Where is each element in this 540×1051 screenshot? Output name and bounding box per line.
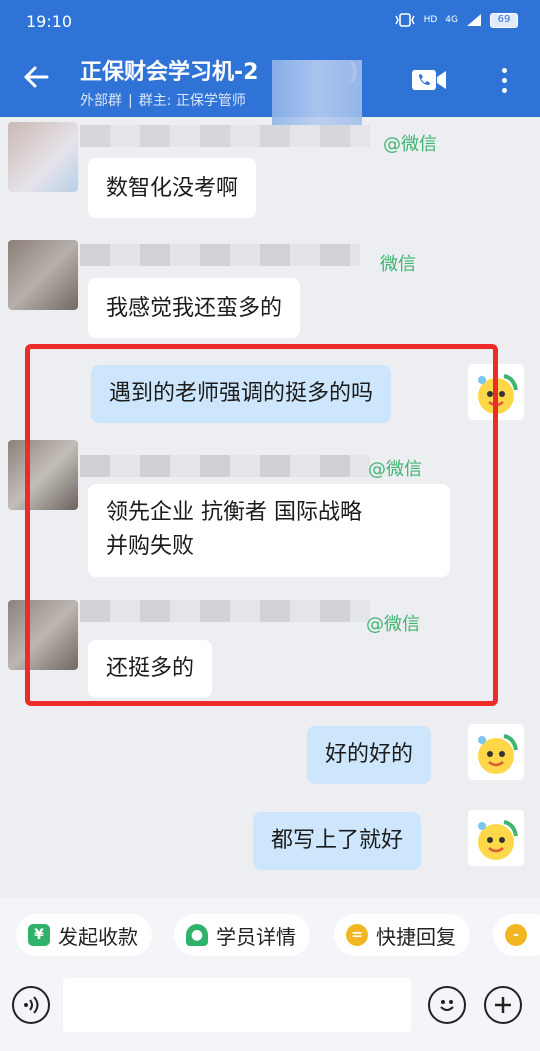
cartoon-avatar-icon xyxy=(478,734,518,774)
message-text: 数智化没考啊 xyxy=(106,176,239,201)
my-message-bubble[interactable]: 好的好的 xyxy=(307,726,432,784)
message-text-line: 领先企业 抗衡者 国际战略 xyxy=(106,500,362,525)
status-time: 19:10 xyxy=(26,12,73,31)
group-subtitle: 外部群 | 群主: 正保学管师 xyxy=(80,93,246,109)
message-text-line: 并购失败 xyxy=(106,534,195,559)
my-message-bubble[interactable]: 都写上了就好 xyxy=(253,812,422,870)
message-text: 我感觉我还蛮多的 xyxy=(106,296,283,321)
message-bubble[interactable]: 还挺多的 xyxy=(88,640,213,698)
sender-avatar[interactable] xyxy=(8,240,78,310)
sender-avatar[interactable] xyxy=(8,600,78,670)
chip-label: 快捷回复 xyxy=(376,924,456,949)
yuan-icon: ¥ xyxy=(28,924,50,946)
collect-payment-button[interactable]: ¥ 发起收款 xyxy=(16,914,152,956)
signal-label: 4G xyxy=(445,15,458,25)
status-bar: 19:10 HD 4G 69 xyxy=(0,0,540,44)
message-bubble[interactable]: 数智化没考啊 xyxy=(88,158,257,218)
quick-reply-button[interactable]: = 快捷回复 xyxy=(334,914,470,956)
wechat-source-tag: 微信 xyxy=(380,254,416,275)
redacted-title-block xyxy=(272,60,362,130)
chip-icon: - xyxy=(505,924,527,946)
my-avatar[interactable] xyxy=(468,364,524,420)
hd-label: HD xyxy=(423,15,438,25)
chip-label: 发起收款 xyxy=(58,924,138,949)
cartoon-avatar-icon xyxy=(478,820,518,860)
sender-name-redacted xyxy=(80,455,370,477)
cartoon-avatar-icon xyxy=(478,374,518,414)
message-text: 好的好的 xyxy=(325,742,414,767)
signal-icon xyxy=(467,14,481,26)
my-message-bubble[interactable]: 遇到的老师强调的挺多的吗 xyxy=(91,365,392,423)
input-bar xyxy=(0,972,540,1051)
group-type: 外部群 xyxy=(80,93,122,109)
group-title-text: 正保财会学习机-2 xyxy=(80,60,259,85)
message-input[interactable] xyxy=(63,978,411,1032)
group-owner: 群主: 正保学管师 xyxy=(138,93,246,109)
message-text: 还挺多的 xyxy=(106,656,195,681)
more-icon[interactable] xyxy=(492,62,516,98)
chat-header: 正保财会学习机-2) 外部群|群主: 正保学管师 xyxy=(0,44,540,130)
battery-icon: 69 xyxy=(490,12,518,28)
video-call-icon[interactable] xyxy=(410,66,448,94)
emoji-icon[interactable] xyxy=(428,986,466,1024)
wechat-source-tag: @微信 xyxy=(366,614,420,635)
back-arrow-icon[interactable] xyxy=(18,62,54,98)
voice-icon[interactable] xyxy=(12,986,50,1024)
my-avatar[interactable] xyxy=(468,810,524,866)
message-bubble[interactable]: 领先企业 抗衡者 国际战略 并购失败 xyxy=(88,484,450,577)
reply-bubble-icon: = xyxy=(346,924,368,946)
more-actions-chip[interactable]: - xyxy=(493,914,540,956)
vibrate-icon xyxy=(394,13,415,27)
sender-avatar[interactable] xyxy=(8,122,78,192)
status-icons: HD 4G 69 xyxy=(394,12,518,28)
sender-avatar[interactable] xyxy=(8,440,78,510)
sender-name-redacted xyxy=(80,600,370,622)
my-avatar[interactable] xyxy=(468,724,524,780)
add-icon[interactable] xyxy=(484,986,522,1024)
sender-name-redacted xyxy=(80,244,360,266)
message-text: 都写上了就好 xyxy=(271,828,404,853)
wechat-source-tag: @微信 xyxy=(383,134,437,155)
wechat-source-tag: @微信 xyxy=(368,459,422,480)
person-icon: ● xyxy=(186,924,208,946)
message-bubble[interactable]: 我感觉我还蛮多的 xyxy=(88,278,301,338)
student-details-button[interactable]: ● 学员详情 xyxy=(174,914,310,956)
message-text: 遇到的老师强调的挺多的吗 xyxy=(109,381,374,406)
sender-name-redacted xyxy=(80,125,370,147)
chip-label: 学员详情 xyxy=(216,924,296,949)
quick-action-bar: ¥ 发起收款 ● 学员详情 = 快捷回复 - xyxy=(0,898,540,972)
